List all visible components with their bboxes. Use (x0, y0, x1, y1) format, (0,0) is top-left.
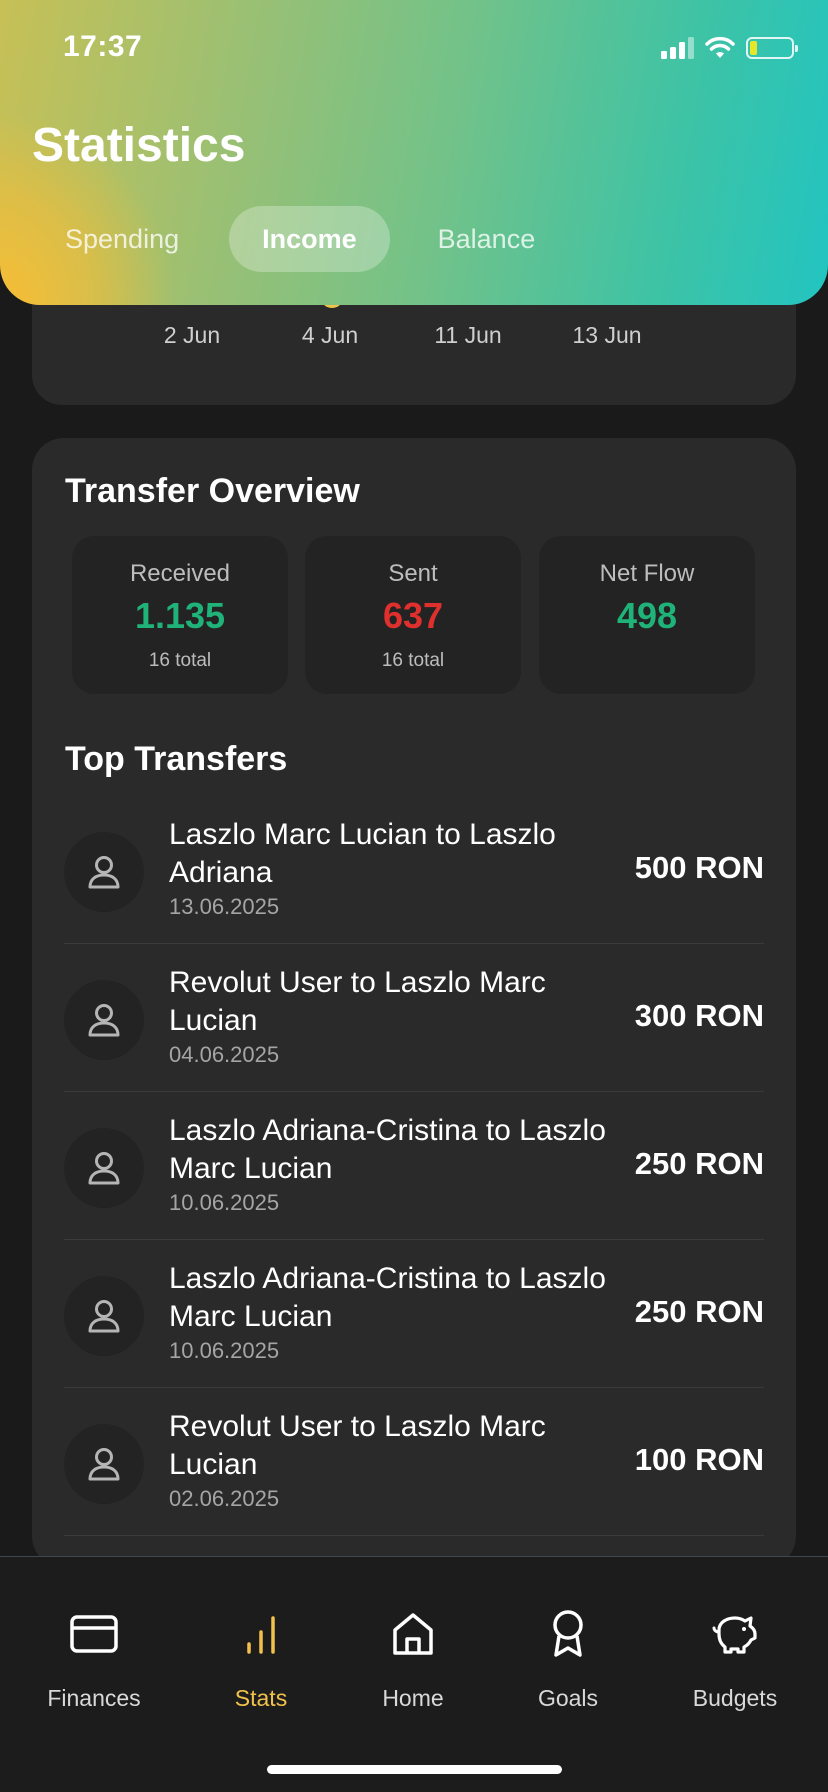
avatar (64, 980, 144, 1060)
transfer-row[interactable]: Laszlo Marc Lucian to Laszlo Adriana 13.… (64, 796, 764, 944)
home-indicator[interactable] (267, 1765, 562, 1774)
screen: 2 Jun 4 Jun 11 Jun 13 Jun 17:37 Statisti… (0, 0, 828, 1792)
net-flow-stat: Net Flow 498 (539, 536, 755, 694)
top-transfers-title: Top Transfers (65, 740, 288, 778)
user-icon (88, 856, 120, 889)
sent-count: 16 total (381, 650, 445, 671)
status-icons (661, 36, 798, 60)
status-time: 17:37 (63, 30, 143, 63)
user-icon (88, 1152, 120, 1185)
wifi-icon (705, 36, 735, 58)
nav-label: Budgets (692, 1685, 778, 1711)
chart-x-tick-label: 13 Jun (572, 322, 642, 348)
transfer-date: 04.06.2025 (169, 1042, 280, 1067)
battery-icon (746, 37, 798, 59)
received-stat: Received 1.135 16 total (72, 536, 288, 694)
transfer-name: Revolut User to Laszlo Marc Lucian (169, 966, 546, 1037)
piggy-bank-icon (712, 1616, 757, 1654)
transfer-name: Revolut User to Laszlo Marc Lucian (169, 1410, 546, 1481)
transfer-name: Laszlo Marc Lucian to Laszlo Adriana (169, 818, 556, 889)
transfer-amount: 100 RON (634, 1442, 764, 1477)
nav-budgets[interactable]: Budgets (660, 1609, 810, 1712)
net-flow-value: 498 (616, 595, 678, 636)
received-label: Received (129, 560, 231, 587)
transfer-overview-title: Transfer Overview (65, 472, 360, 510)
transfer-amount: 300 RON (634, 998, 764, 1033)
transfer-date: 10.06.2025 (169, 1190, 280, 1215)
transfer-row[interactable]: Revolut User to Laszlo Marc Lucian 02.06… (64, 1388, 764, 1536)
received-count: 16 total (148, 650, 212, 671)
chart-x-tick-label: 4 Jun (301, 322, 359, 348)
chart-x-tick-label: 11 Jun (434, 322, 502, 348)
transfer-date: 13.06.2025 (169, 894, 280, 919)
avatar (64, 1128, 144, 1208)
home-icon (393, 1613, 433, 1655)
top-transfers-list: Laszlo Marc Lucian to Laszlo Adriana 13.… (64, 796, 764, 1536)
stats-icon (247, 1616, 275, 1654)
nav-finances[interactable]: Finances (19, 1609, 169, 1712)
user-icon (88, 1300, 120, 1333)
stats-tabs: Spending Income Balance (32, 206, 568, 272)
user-icon (88, 1004, 120, 1037)
award-icon (553, 1610, 583, 1657)
nav-label: Stats (234, 1685, 288, 1711)
transfer-row[interactable]: Laszlo Adriana-Cristina to Laszlo Marc L… (64, 1240, 764, 1388)
sent-value: 637 (382, 595, 444, 636)
transfer-name: Laszlo Adriana-Cristina to Laszlo Marc L… (169, 1262, 606, 1333)
avatar (64, 1424, 144, 1504)
chart-x-tick-label: 2 Jun (163, 322, 221, 348)
nav-label: Finances (47, 1685, 141, 1711)
transfer-name: Laszlo Adriana-Cristina to Laszlo Marc L… (169, 1114, 606, 1185)
tab-spending[interactable]: Spending (32, 206, 212, 272)
page-title: Statistics (32, 119, 246, 172)
nav-goals[interactable]: Goals (493, 1609, 643, 1712)
transfer-date: 02.06.2025 (169, 1486, 280, 1511)
transfer-amount: 250 RON (634, 1294, 764, 1329)
nav-label: Home (382, 1685, 444, 1711)
received-value: 1.135 (134, 595, 226, 636)
header: 17:37 Statistics Spending Income Balance (0, 0, 828, 305)
user-icon (88, 1448, 120, 1481)
nav-stats[interactable]: Stats (186, 1609, 336, 1712)
transfer-amount: 500 RON (634, 850, 764, 885)
tab-income[interactable]: Income (229, 206, 390, 272)
transfer-amount: 250 RON (634, 1146, 764, 1181)
tab-balance[interactable]: Balance (405, 206, 569, 272)
transfer-row[interactable]: Laszlo Adriana-Cristina to Laszlo Marc L… (64, 1092, 764, 1240)
card-icon (70, 1615, 118, 1653)
transfer-date: 10.06.2025 (169, 1338, 280, 1363)
sent-label: Sent (388, 560, 438, 587)
sent-stat: Sent 637 16 total (305, 536, 521, 694)
avatar (64, 1276, 144, 1356)
net-flow-label: Net Flow (599, 560, 695, 587)
bottom-nav: Finances Stats Home Goals Budgets (0, 1556, 828, 1792)
transfer-row[interactable]: Revolut User to Laszlo Marc Lucian 04.06… (64, 944, 764, 1092)
nav-label: Goals (537, 1685, 599, 1711)
cellular-signal-icon (661, 37, 694, 59)
nav-home[interactable]: Home (338, 1609, 488, 1712)
avatar (64, 832, 144, 912)
transfer-overview-card: Transfer Overview Received 1.135 16 tota… (32, 438, 796, 1568)
